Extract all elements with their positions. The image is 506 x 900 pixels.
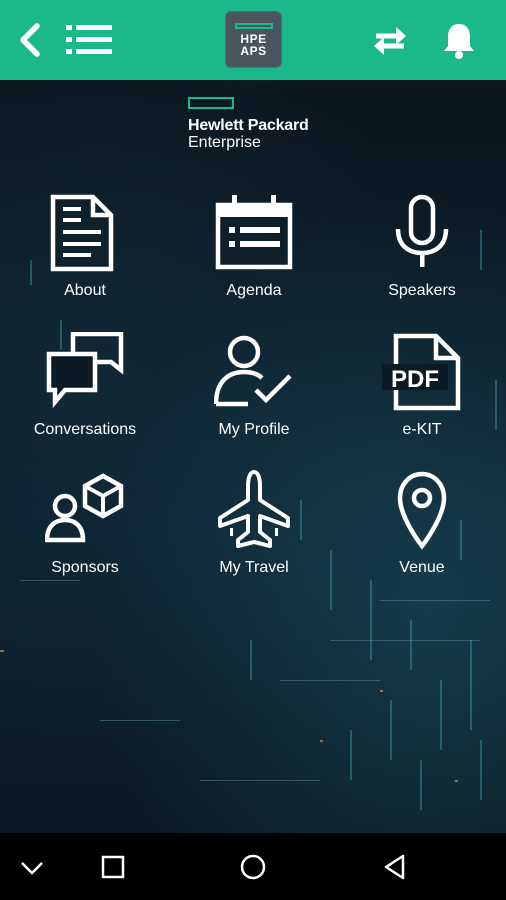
sync-icon: [374, 27, 406, 55]
tile-conversations-label: Conversations: [33, 421, 137, 438]
sponsors-icon: [45, 473, 124, 543]
tile-about[interactable]: About: [10, 193, 160, 318]
calendar-icon: [215, 195, 293, 270]
nav-down-icon: [21, 861, 43, 875]
hpe-brand-logo: Hewlett Packard Enterprise: [188, 97, 338, 151]
pdf-icon: PDF: [382, 333, 461, 411]
tile-conversations[interactable]: Conversations: [10, 332, 160, 457]
tile-sponsors-label: Sponsors: [51, 559, 119, 576]
brand-line2: Enterprise: [188, 134, 261, 151]
brand-rectangle: [188, 97, 234, 109]
back-button[interactable]: [10, 0, 50, 80]
home-screen: Hewlett Packard Enterprise About Agenda: [0, 80, 506, 833]
nav-recents-button[interactable]: [83, 833, 143, 900]
nav-recents-icon: [101, 855, 125, 878]
nav-home-icon: [240, 854, 266, 879]
tile-e-kit-label: e-KIT: [402, 421, 442, 438]
app-logo: HPE APS: [225, 11, 282, 68]
nav-home-button[interactable]: [223, 833, 283, 900]
app-logo-line1: HPE: [240, 31, 267, 46]
document-icon: [50, 194, 114, 272]
tile-venue[interactable]: Venue: [347, 470, 497, 595]
system-navigation-bar: [0, 833, 506, 900]
brand-line1: Hewlett Packard: [188, 117, 309, 134]
app-logo-line2: APS: [240, 43, 267, 58]
tile-my-profile[interactable]: My Profile: [179, 332, 329, 457]
tile-my-travel-label: My Travel: [219, 559, 289, 576]
nav-back-icon: [384, 854, 405, 879]
menu-button[interactable]: [64, 0, 114, 80]
profile-check-icon: [214, 335, 292, 407]
tile-speakers-label: Speakers: [388, 282, 456, 299]
tile-my-profile-label: My Profile: [218, 421, 290, 438]
svg-text:PDF: PDF: [391, 366, 439, 393]
nav-back-button[interactable]: [365, 833, 425, 900]
tile-e-kit[interactable]: PDF e-KIT: [347, 332, 497, 457]
airplane-icon: [218, 470, 290, 548]
tile-sponsors[interactable]: Sponsors: [10, 470, 160, 595]
nav-down-button[interactable]: [2, 833, 62, 900]
logo-bar: [234, 22, 273, 29]
tile-about-label: About: [64, 282, 106, 299]
tile-my-travel[interactable]: My Travel: [179, 470, 329, 595]
chat-bubbles-icon: [46, 332, 124, 409]
tile-venue-label: Venue: [399, 559, 445, 576]
tile-speakers[interactable]: Speakers: [347, 193, 497, 318]
location-pin-icon: [397, 471, 447, 550]
tile-agenda-label: Agenda: [226, 282, 282, 299]
app-header: HPE APS: [0, 0, 506, 80]
hamburger-menu-icon: [66, 25, 112, 54]
microphone-icon: [395, 194, 449, 267]
sync-button[interactable]: [366, 0, 414, 80]
bell-icon: [444, 24, 474, 59]
notifications-button[interactable]: [434, 0, 484, 80]
back-arrow-icon: [20, 23, 40, 57]
tile-agenda[interactable]: Agenda: [179, 193, 329, 318]
